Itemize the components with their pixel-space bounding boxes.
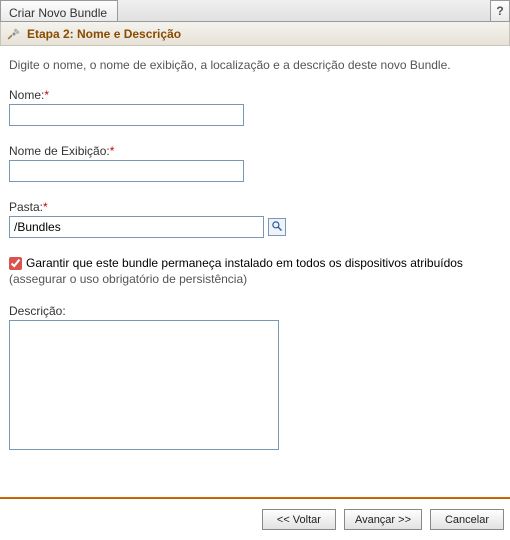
description-label: Descrição: bbox=[9, 304, 501, 318]
description-textarea[interactable] bbox=[9, 320, 279, 450]
tab-bar: Criar Novo Bundle ? bbox=[0, 0, 510, 22]
field-display-name: Nome de Exibição:* bbox=[9, 144, 501, 182]
persist-checkbox-label: Garantir que este bundle permaneça insta… bbox=[26, 256, 463, 270]
name-label-row: Nome:* bbox=[9, 88, 501, 102]
folder-required: * bbox=[43, 200, 48, 214]
step-title: Etapa 2: Nome e Descrição bbox=[27, 27, 181, 41]
persist-note: (assegurar o uso obrigatório de persistê… bbox=[9, 272, 501, 286]
browse-folder-button[interactable] bbox=[268, 218, 286, 236]
magnifier-icon bbox=[271, 220, 283, 235]
display-name-required: * bbox=[110, 144, 115, 158]
field-folder: Pasta:* bbox=[9, 200, 501, 238]
display-name-input[interactable] bbox=[9, 160, 244, 182]
display-name-label: Nome de Exibição: bbox=[9, 144, 110, 158]
display-name-label-row: Nome de Exibição:* bbox=[9, 144, 501, 158]
field-description: Descrição: bbox=[9, 304, 501, 453]
help-icon: ? bbox=[496, 4, 503, 18]
cancel-button[interactable]: Cancelar bbox=[430, 509, 504, 530]
tab-create-bundle[interactable]: Criar Novo Bundle bbox=[0, 0, 118, 21]
wizard-buttons: << Voltar Avançar >> Cancelar bbox=[0, 509, 510, 540]
field-name: Nome:* bbox=[9, 88, 501, 126]
folder-input[interactable] bbox=[9, 216, 264, 238]
persist-checkbox-row: Garantir que este bundle permaneça insta… bbox=[9, 256, 501, 270]
folder-label-row: Pasta:* bbox=[9, 200, 501, 214]
next-button[interactable]: Avançar >> bbox=[344, 509, 422, 530]
persist-checkbox[interactable] bbox=[9, 257, 22, 270]
back-button[interactable]: << Voltar bbox=[262, 509, 336, 530]
tools-icon bbox=[7, 27, 21, 41]
footer-separator bbox=[0, 497, 510, 499]
tab-label: Criar Novo Bundle bbox=[9, 6, 107, 20]
step-bar: Etapa 2: Nome e Descrição bbox=[0, 22, 510, 46]
intro-text: Digite o nome, o nome de exibição, a loc… bbox=[9, 58, 501, 72]
help-button[interactable]: ? bbox=[490, 0, 510, 21]
name-required: * bbox=[44, 88, 49, 102]
wizard-content: Digite o nome, o nome de exibição, a loc… bbox=[0, 46, 510, 479]
name-label: Nome: bbox=[9, 88, 44, 102]
folder-label: Pasta: bbox=[9, 200, 43, 214]
name-input[interactable] bbox=[9, 104, 244, 126]
tab-spacer bbox=[118, 0, 490, 21]
